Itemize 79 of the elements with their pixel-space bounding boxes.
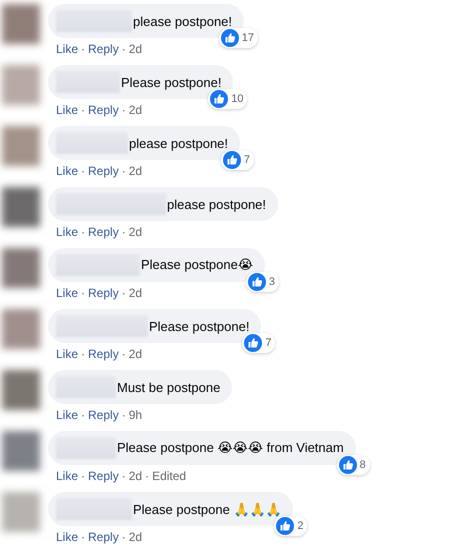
action-link[interactable]: Reply <box>88 286 119 300</box>
action-link[interactable]: Reply <box>88 103 119 117</box>
action-link[interactable]: Reply <box>88 530 119 544</box>
separator-dot: · <box>81 408 86 422</box>
separator-dot: · <box>122 42 126 56</box>
comment-meta-text[interactable]: 2d <box>128 347 142 361</box>
separator-dot: · <box>122 103 126 117</box>
avatar[interactable] <box>2 370 40 410</box>
avatar[interactable] <box>2 65 40 105</box>
separator-dot: · <box>122 469 126 483</box>
avatar[interactable] <box>2 187 40 227</box>
separator-dot: · <box>122 164 126 178</box>
separator-dot: · <box>81 164 86 178</box>
comment-meta-text[interactable]: 2d <box>128 225 142 239</box>
comment-text: please postpone! <box>129 136 228 150</box>
action-link[interactable]: Like <box>56 469 78 483</box>
thumbs-up-icon <box>248 273 266 291</box>
thumbs-up-icon <box>244 334 262 352</box>
action-link[interactable]: Like <box>56 286 78 300</box>
avatar[interactable] <box>2 4 40 44</box>
comment-meta-text[interactable]: 2d <box>128 469 142 483</box>
comment-text: please postpone! <box>133 14 232 28</box>
action-link[interactable]: Like <box>56 164 78 178</box>
action-link[interactable]: Reply <box>88 225 119 239</box>
reaction-badge[interactable]: 8 <box>336 455 370 475</box>
action-link[interactable]: Like <box>56 42 78 56</box>
reaction-badge[interactable]: 3 <box>246 272 280 292</box>
comment-meta-text[interactable]: 2d <box>128 103 142 117</box>
action-link[interactable]: Reply <box>88 347 119 361</box>
comment-text: Please postpone 😭😭😭 from Vietnam <box>117 440 344 456</box>
separator-dot: · <box>81 347 86 361</box>
comment-meta-text[interactable]: Edited <box>152 469 186 483</box>
separator-dot: · <box>81 286 86 300</box>
comment-text: Please postpone! <box>121 74 222 90</box>
thumbs-up-icon <box>276 517 294 535</box>
separator-dot: · <box>122 286 126 300</box>
separator-dot: · <box>122 408 126 422</box>
action-link[interactable]: Reply <box>88 42 119 56</box>
thumbs-up-icon <box>222 151 241 169</box>
comment-text: Must be postpone <box>117 380 220 394</box>
avatar[interactable] <box>2 309 40 349</box>
comment-meta-text[interactable]: 2d <box>128 530 142 544</box>
separator-dot: · <box>145 469 150 483</box>
separator-dot: · <box>122 530 126 544</box>
reaction-badge[interactable]: 17 <box>218 28 258 48</box>
separator-dot: · <box>81 530 86 544</box>
thumbs-up-icon <box>210 90 228 108</box>
comment-text: Please postpone😭 <box>141 257 254 273</box>
separator-dot: · <box>81 103 86 117</box>
comment-meta-text[interactable]: 9h <box>128 408 142 422</box>
action-link[interactable]: Like <box>56 408 78 422</box>
comment-text: Please postpone 🙏🙏🙏 <box>133 502 282 516</box>
separator-dot: · <box>81 225 86 239</box>
avatar[interactable] <box>2 492 40 532</box>
comment-meta-text[interactable]: 2d <box>128 286 142 300</box>
comment-text: Please postpone! <box>149 318 250 334</box>
action-link[interactable]: Like <box>56 347 78 361</box>
separator-dot: · <box>122 347 126 361</box>
action-link[interactable]: Reply <box>88 469 119 483</box>
avatar[interactable] <box>2 126 40 166</box>
action-link[interactable]: Like <box>56 225 78 239</box>
action-link[interactable]: Like <box>56 103 78 117</box>
action-link[interactable]: Reply <box>88 164 119 178</box>
comment-meta-text[interactable]: 2d <box>128 164 142 178</box>
separator-dot: · <box>81 42 86 56</box>
reaction-badge[interactable]: 7 <box>242 333 276 353</box>
thumbs-up-icon <box>338 456 357 474</box>
reaction-badge[interactable]: 2 <box>274 516 308 536</box>
separator-dot: · <box>122 225 126 239</box>
reaction-badge[interactable]: 7 <box>220 150 254 170</box>
reaction-badge[interactable]: 10 <box>208 89 248 109</box>
comment-text: please postpone! <box>167 196 266 212</box>
thumbs-up-icon <box>220 29 239 47</box>
action-link[interactable]: Like <box>56 530 78 544</box>
avatar[interactable] <box>2 431 40 471</box>
comment-meta-text[interactable]: 2d <box>128 42 142 56</box>
action-link[interactable]: Reply <box>88 408 119 422</box>
separator-dot: · <box>81 469 86 483</box>
avatar[interactable] <box>2 248 40 288</box>
